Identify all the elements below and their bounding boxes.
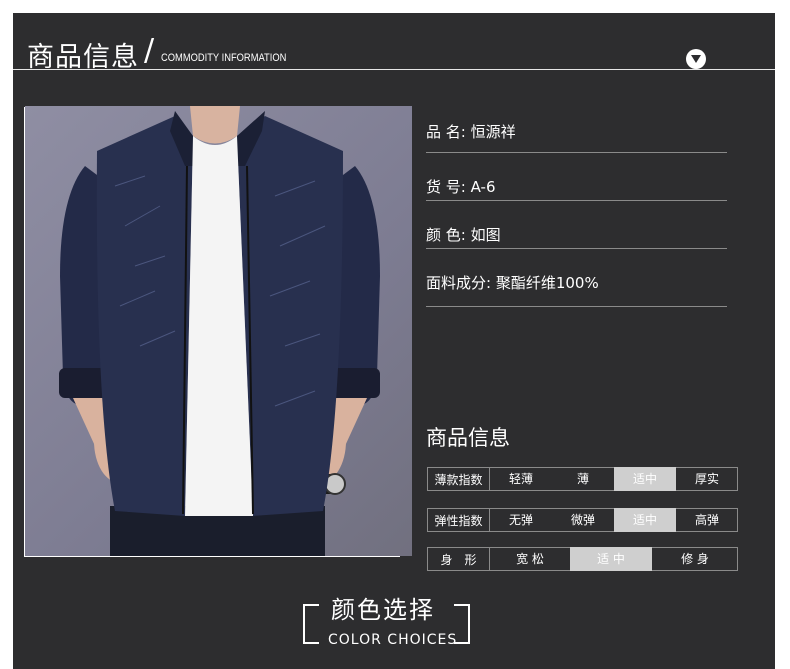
option: 薄 [576, 472, 589, 486]
option: 高弹 [694, 513, 719, 527]
spec-label: 品 名: [426, 123, 466, 141]
elasticity-row: 弹性指数 无弹 微弹 适中 高弹 [427, 508, 738, 532]
bracket-right-top [454, 604, 470, 606]
option: 宽 松 [516, 552, 544, 566]
option-selected: 适中 [614, 467, 676, 491]
spec-color: 颜 色: 如图 [426, 224, 501, 245]
spec-fabric: 面料成分: 聚酯纤维100% [426, 272, 599, 293]
option: 轻薄 [508, 472, 533, 486]
jacket-photo [59, 106, 380, 556]
option: 微弹 [570, 513, 595, 527]
spec-item-number: 货 号: A-6 [426, 176, 496, 197]
spec-label: 货 号: [426, 178, 466, 196]
thickness-row: 薄款指数 轻薄 薄 适中 厚实 [427, 467, 738, 491]
spec-value: 聚酯纤维100% [495, 274, 599, 292]
color-choices-subtitle: COLOR CHOICES [328, 632, 458, 648]
spec-value: 恒源祥 [470, 123, 516, 141]
product-photo [25, 106, 412, 556]
spec-label: 颜 色: [426, 226, 466, 244]
bracket-right [468, 604, 470, 644]
color-choices-title: 颜色选择 [331, 596, 435, 624]
title-slash: / [144, 33, 155, 68]
option: 厚实 [694, 472, 719, 486]
option-selected: 适中 [614, 508, 676, 532]
spec-value: 如图 [470, 226, 501, 244]
fit-row: 身 形 宽 松 适 中 修 身 [427, 547, 738, 571]
option: 修 身 [681, 552, 709, 566]
spec-divider [426, 200, 727, 201]
chevron-down-icon[interactable] [686, 49, 706, 69]
section-subtitle: COMMODITY INFORMATION [161, 52, 287, 64]
spec-value: A-6 [470, 178, 496, 196]
spec-name: 品 名: 恒源祥 [426, 121, 516, 142]
bracket-right-bottom [454, 642, 470, 644]
option: 无弹 [508, 513, 533, 527]
bracket-left-bottom [303, 642, 319, 644]
bracket-left [303, 604, 305, 644]
bracket-left-top [303, 604, 319, 606]
spec-divider [426, 306, 727, 307]
row-header: 弹性指数 [427, 508, 490, 532]
option-selected: 适 中 [570, 547, 652, 571]
row-header: 薄款指数 [427, 467, 490, 491]
spec-divider [426, 152, 727, 153]
title-divider [13, 69, 775, 70]
spec-label: 面料成分: [426, 274, 492, 292]
spec-divider [426, 248, 727, 249]
row-header: 身 形 [427, 547, 490, 571]
product-info-title: 商品信息 [426, 426, 510, 450]
